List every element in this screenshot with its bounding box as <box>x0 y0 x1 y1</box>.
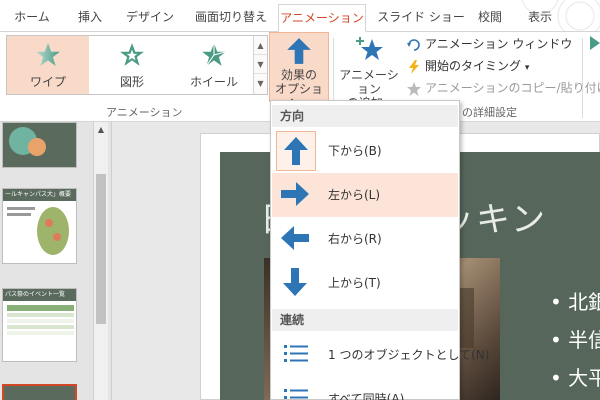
slide-thumbnail-1[interactable] <box>2 122 77 168</box>
menu-item-label: 1 つのオブジェクトとして(N) <box>328 348 490 362</box>
menu-item-from-top[interactable]: 上から(T) <box>272 261 458 305</box>
thumbnail-title: ールキャンパス大」概要 <box>3 189 76 201</box>
scroll-up-icon[interactable]: ▲ <box>94 122 108 137</box>
menu-item-label: 上から(T) <box>328 276 381 290</box>
ribbon-tab-bar: ホーム 挿入 デザイン 画面切り替え アニメーション スライド ショー 校閲 表… <box>0 0 600 32</box>
lightning-icon <box>409 59 419 74</box>
slide-bullet: • 半信 <box>550 328 600 352</box>
gallery-item-shape[interactable]: 図形 <box>91 36 173 94</box>
direction-icon-box <box>276 263 316 303</box>
sequence-header: 連続 <box>272 309 458 331</box>
tab-slideshow[interactable]: スライド ショー <box>374 4 468 32</box>
menu-item-label: 左から(L) <box>328 188 381 202</box>
start-timing-button[interactable]: 開始のタイミング ▾ <box>406 56 529 76</box>
gallery-scroll-up-icon[interactable]: ▲ <box>254 36 267 55</box>
menu-item-label: 右から(R) <box>328 232 382 246</box>
thumbnail-scrollbar[interactable]: ▲ <box>93 122 108 400</box>
menu-item-label: すべて同時(A) <box>328 392 405 400</box>
tab-insert[interactable]: 挿入 <box>70 4 110 32</box>
menu-item-from-right[interactable]: 右から(R) <box>272 217 458 261</box>
arrow-down-icon <box>283 268 307 296</box>
tab-bar-decoration <box>521 0 600 32</box>
gallery-scroll-down-icon[interactable]: ▼ <box>254 55 267 74</box>
add-animation-label-1: アニメーション <box>339 68 399 96</box>
star-wheel-icon <box>202 43 227 67</box>
gallery-scrollbar[interactable]: ▲ ▼ ▼ <box>253 36 267 94</box>
tab-design[interactable]: デザイン <box>122 4 178 32</box>
sequence-icon-box <box>276 335 316 375</box>
arrow-up-icon <box>287 38 311 64</box>
sequence-icon-box <box>276 379 316 400</box>
gallery-item-label: ホイール <box>189 75 238 89</box>
arrow-up-icon <box>284 137 308 165</box>
star-painter-icon <box>407 81 421 96</box>
effect-options-button[interactable]: 効果の オプション ▾ <box>269 32 329 110</box>
effect-options-label-1: 効果の <box>280 68 317 82</box>
animation-gallery: ワイプ 図形 ホイール ▲ ▼ ▼ <box>6 35 268 95</box>
thumbnail-graphic <box>7 305 74 335</box>
group-label-animation: アニメーション <box>106 106 183 119</box>
gallery-item-wheel[interactable]: ホイール <box>173 36 255 94</box>
star-wipe-icon <box>36 43 60 66</box>
play-icon[interactable] <box>590 36 600 50</box>
direction-header: 方向 <box>272 105 458 127</box>
add-animation-button[interactable]: アニメーション の追加 ▾ <box>336 32 402 110</box>
add-star-icon <box>356 37 383 60</box>
tab-home[interactable]: ホーム <box>8 4 56 32</box>
thumbnail-graphic <box>3 123 76 167</box>
gallery-item-wipe[interactable]: ワイプ <box>7 36 89 94</box>
list-bullets-icon <box>284 345 308 362</box>
animation-pane-label: アニメーション ウィンドウ <box>425 37 573 51</box>
group-separator <box>582 38 583 118</box>
slide-thumbnail-4-selected[interactable] <box>2 384 77 400</box>
thumbnail-graphic <box>7 207 69 255</box>
menu-item-all-at-once[interactable]: すべて同時(A) <box>272 377 458 400</box>
scrollbar-thumb[interactable] <box>96 174 106 324</box>
tab-animations[interactable]: アニメーション <box>278 4 366 32</box>
start-timing-label: 開始のタイミング <box>425 59 522 73</box>
arrow-left-icon <box>281 226 309 250</box>
gallery-item-label: ワイプ <box>29 75 66 89</box>
effect-options-menu: 方向 下から(B) 左から(L) 右から(R) 上から(T) 連続 1 つのオブ… <box>270 100 489 400</box>
list-bullets-icon <box>284 389 308 399</box>
gallery-item-label: 図形 <box>119 75 144 89</box>
animation-pane-button[interactable]: アニメーション ウィンドウ <box>406 34 572 54</box>
gallery-more-icon[interactable]: ▼ <box>254 74 267 93</box>
thumbnail-graphic <box>4 386 75 400</box>
animation-pane-icon <box>407 38 420 51</box>
direction-icon-box <box>276 175 316 215</box>
slide-bullet: • 大平 <box>550 366 600 390</box>
star-shape-icon <box>120 43 144 66</box>
group-label-advanced: の詳細設定 <box>462 106 517 119</box>
direction-icon-box <box>276 219 316 259</box>
animation-painter-button[interactable]: アニメーションのコピー/貼り付け <box>406 78 600 98</box>
menu-item-from-bottom[interactable]: 下から(B) <box>272 129 458 173</box>
direction-icon-box <box>276 131 316 171</box>
slide-thumbnail-3[interactable]: パス祭のイベント一覧 <box>2 288 77 362</box>
animation-painter-label: アニメーションのコピー/貼り付け <box>425 81 600 95</box>
slide-thumbnail-2[interactable]: ールキャンパス大」概要 <box>2 188 77 264</box>
menu-item-from-left[interactable]: 左から(L) <box>272 173 458 217</box>
arrow-right-icon <box>281 182 309 206</box>
thumbnail-title: パス祭のイベント一覧 <box>3 289 76 301</box>
menu-item-label: 下から(B) <box>328 144 382 158</box>
menu-item-as-one-object[interactable]: 1 つのオブジェクトとして(N) <box>272 333 489 377</box>
tab-transitions[interactable]: 画面切り替え <box>190 4 272 32</box>
slide-bullet: • 北銀 <box>550 290 600 314</box>
